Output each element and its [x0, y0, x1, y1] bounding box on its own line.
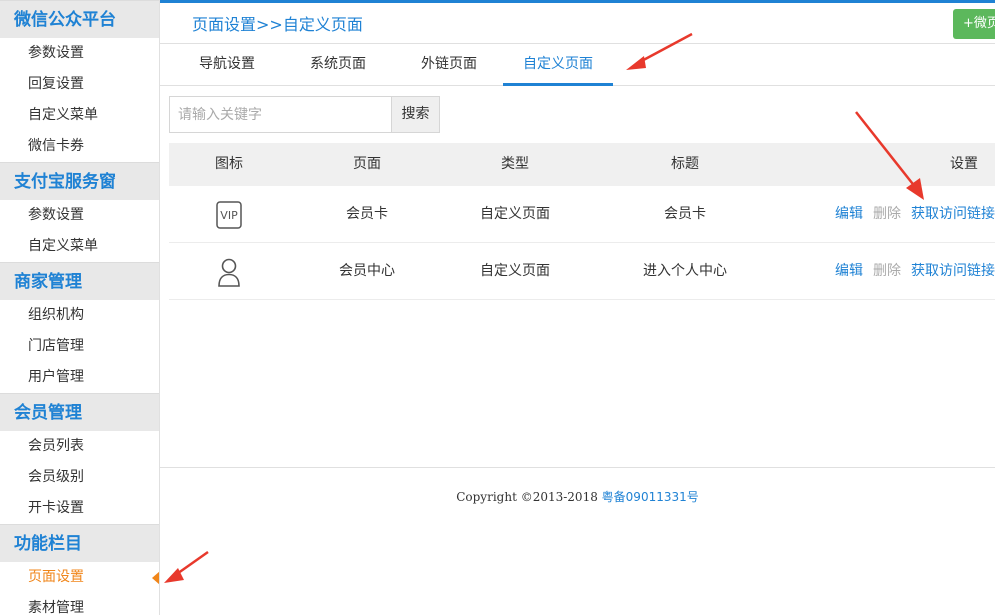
sidebar-item-page-settings[interactable]: 页面设置 [0, 562, 159, 593]
cell-page: 会员中心 [339, 263, 395, 279]
tab-bar: 导航设置 系统页面 外链页面 自定义页面 [160, 44, 995, 86]
top-bar: 页面设置>>自定义页面 +微页 [160, 0, 995, 44]
column-header-title: 标题 [671, 156, 699, 172]
column-header-settings: 设置 [950, 156, 978, 172]
sidebar-item-member-levels[interactable]: 会员级别 [0, 462, 159, 493]
sidebar-item-stores[interactable]: 门店管理 [0, 331, 159, 362]
footer: Copyright ©2013-2018 粤备09011331号 [160, 488, 995, 505]
delete-link[interactable]: 删除 [873, 243, 901, 300]
sidebar-group-members[interactable]: 会员管理 [0, 393, 159, 431]
cell-page: 会员卡 [346, 206, 388, 222]
sidebar-item-wechat-menu[interactable]: 自定义菜单 [0, 100, 159, 131]
search-input[interactable] [169, 96, 392, 133]
footer-divider [160, 467, 995, 468]
tab-external-pages[interactable]: 外链页面 [412, 44, 486, 86]
cell-title: 进入个人中心 [643, 263, 727, 279]
tab-system-pages[interactable]: 系统页面 [301, 44, 375, 86]
get-access-link[interactable]: 获取访问链接 [911, 243, 995, 300]
sidebar-group-alipay[interactable]: 支付宝服务窗 [0, 162, 159, 200]
sidebar-item-label: 页面设置 [28, 569, 84, 585]
table-row: 会员中心 自定义页面 进入个人中心 编辑 删除 获取访问链接 [169, 243, 995, 300]
sidebar-item-wechat-cards[interactable]: 微信卡券 [0, 131, 159, 162]
annotation-arrow-icon [164, 550, 209, 583]
sidebar-group-wechat[interactable]: 微信公众平台 [0, 0, 159, 38]
user-icon [189, 243, 269, 300]
cell-type: 自定义页面 [480, 263, 550, 279]
tab-navigation-settings[interactable]: 导航设置 [190, 44, 264, 86]
annotation-arrow-icon [855, 111, 924, 200]
active-caret-icon [152, 571, 159, 585]
search-button[interactable]: 搜索 [391, 96, 440, 133]
sidebar-item-org[interactable]: 组织机构 [0, 300, 159, 331]
sidebar-item-users[interactable]: 用户管理 [0, 362, 159, 393]
sidebar-item-alipay-params[interactable]: 参数设置 [0, 200, 159, 231]
column-header-page: 页面 [353, 156, 381, 172]
sidebar-group-features[interactable]: 功能栏目 [0, 524, 159, 562]
column-header-icon: 图标 [215, 156, 243, 172]
annotation-arrow-icon [626, 32, 693, 70]
add-micro-page-button[interactable]: +微页 [953, 9, 995, 39]
sidebar-item-member-list[interactable]: 会员列表 [0, 431, 159, 462]
svg-text:VIP: VIP [220, 209, 238, 222]
tab-custom-pages[interactable]: 自定义页面 [503, 44, 613, 86]
sidebar-item-card-settings[interactable]: 开卡设置 [0, 493, 159, 524]
sidebar: 微信公众平台 参数设置 回复设置 自定义菜单 微信卡券 支付宝服务窗 参数设置 … [0, 0, 160, 615]
sidebar-item-alipay-menu[interactable]: 自定义菜单 [0, 231, 159, 262]
cell-type: 自定义页面 [480, 206, 550, 222]
cell-title: 会员卡 [664, 206, 706, 222]
icp-link[interactable]: 粤备09011331号 [602, 490, 699, 504]
edit-link[interactable]: 编辑 [835, 243, 863, 300]
vip-card-icon: VIP [189, 186, 269, 243]
sidebar-group-merchant[interactable]: 商家管理 [0, 262, 159, 300]
sidebar-item-materials[interactable]: 素材管理 [0, 593, 159, 615]
column-header-type: 类型 [501, 156, 529, 172]
sidebar-item-wechat-reply[interactable]: 回复设置 [0, 69, 159, 100]
breadcrumb[interactable]: 页面设置>>自定义页面 [192, 11, 363, 35]
copyright-text: Copyright ©2013-2018 [456, 490, 598, 504]
sidebar-item-wechat-params[interactable]: 参数设置 [0, 38, 159, 69]
main-content: 页面设置>>自定义页面 +微页 导航设置 系统页面 外链页面 自定义页面 搜索 … [160, 0, 995, 615]
